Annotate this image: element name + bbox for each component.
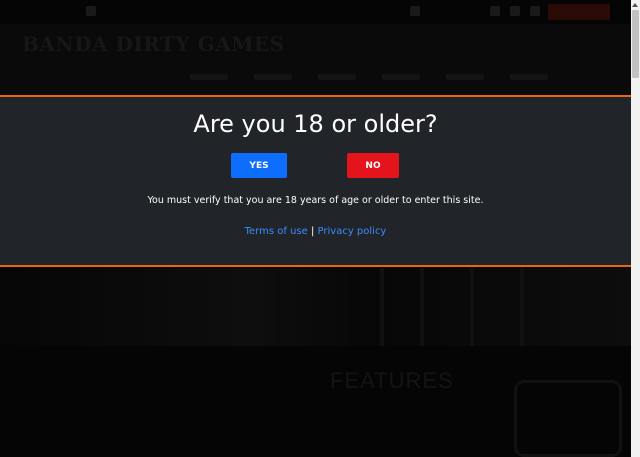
verification-message: You must verify that you are 18 years of…: [147, 195, 484, 206]
hero-banner: [0, 268, 631, 346]
nav-item: [318, 74, 356, 80]
social-icon: [510, 6, 520, 16]
scroll-up-icon[interactable]: [631, 0, 640, 10]
link-separator: |: [307, 226, 318, 237]
scroll-thumb[interactable]: [632, 10, 639, 78]
top-bar: [0, 0, 631, 24]
terms-of-use-link[interactable]: Terms of use: [245, 226, 308, 237]
login-button: [548, 4, 610, 20]
main-nav: [190, 74, 548, 80]
vertical-scrollbar[interactable]: [631, 0, 640, 457]
mail-icon: [410, 6, 420, 16]
device-image: [514, 380, 622, 457]
nav-item: [190, 74, 228, 80]
nav-item: [510, 74, 548, 80]
legal-links: Terms of use | Privacy policy: [0, 226, 631, 237]
no-button[interactable]: NO: [347, 153, 399, 178]
site-logo: BANDA DIRTY GAMES: [22, 32, 285, 56]
features-heading: FEATURES: [330, 368, 454, 393]
modal-title: Are you 18 or older?: [193, 110, 438, 138]
nav-item: [382, 74, 420, 80]
privacy-policy-link[interactable]: Privacy policy: [318, 226, 387, 237]
nav-item: [254, 74, 292, 80]
social-icon: [490, 6, 500, 16]
social-icon: [530, 6, 540, 16]
home-icon: [86, 6, 96, 16]
nav-item: [446, 74, 484, 80]
yes-button[interactable]: YES: [231, 153, 287, 178]
age-verification-modal: Are you 18 or older? YES NO You must ver…: [0, 95, 631, 267]
